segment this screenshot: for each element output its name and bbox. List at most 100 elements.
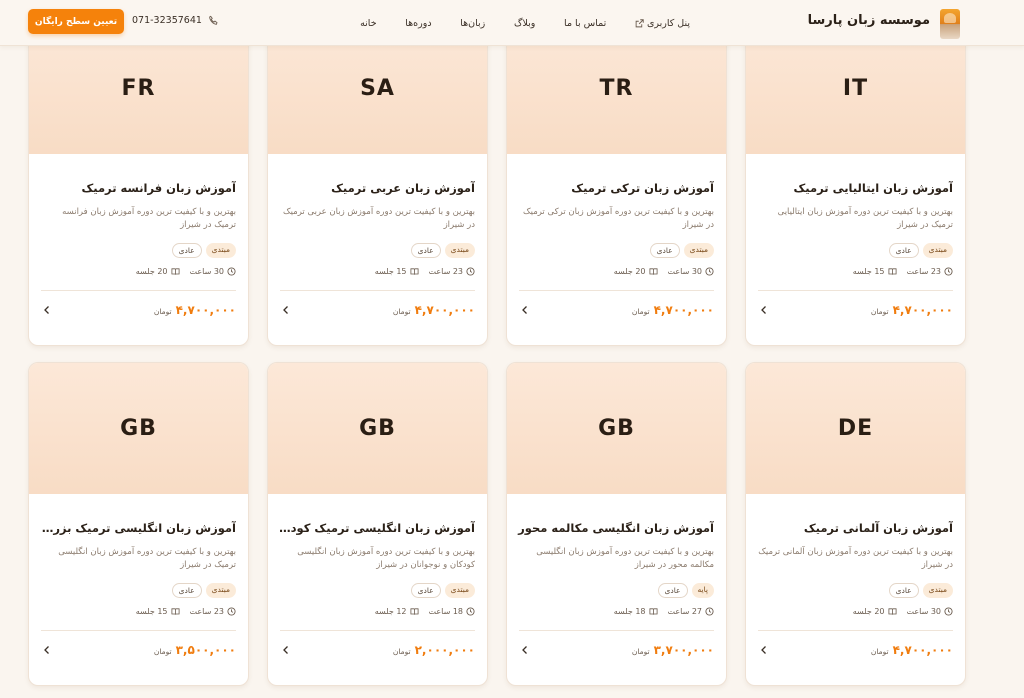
- site-header: موسسه زبان پارسا خانه دوره‌ها زبان‌ها وب…: [0, 0, 1024, 46]
- course-title[interactable]: آموزش زبان فرانسه ترمیک: [39, 181, 236, 195]
- course-details-link[interactable]: [756, 302, 772, 318]
- course-details-link[interactable]: [39, 642, 55, 658]
- course-title[interactable]: آموزش زبان ایتالیایی ترمیک: [756, 181, 953, 195]
- clock-icon: [944, 607, 953, 616]
- language-code: DE: [837, 416, 874, 441]
- chevron-left-icon: [522, 646, 527, 654]
- course-card[interactable]: GB آموزش زبان انگلیسی ترمیک کودکان ... ب…: [267, 362, 488, 686]
- nav-blog-label: وبلاگ: [513, 17, 536, 29]
- course-description: بهترین و با کیفیت ترین دوره آموزش زبان آ…: [758, 547, 953, 570]
- clock-icon: [466, 267, 475, 276]
- nav-contact-label: تماس با ما: [564, 17, 607, 29]
- logo-icon[interactable]: [940, 9, 960, 39]
- type-badge: عادی: [649, 243, 680, 258]
- language-code: FR: [121, 76, 156, 101]
- course-title[interactable]: آموزش زبان انگلیسی مکالمه محور: [517, 521, 714, 535]
- language-code: TR: [599, 76, 634, 101]
- nav-languages[interactable]: زبان‌ها: [460, 15, 485, 31]
- course-sessions: 18 جلسه: [613, 607, 646, 616]
- nav-home-label: خانه: [360, 17, 377, 29]
- course-description: بهترین و با کیفیت ترین دوره آموزش زبان ت…: [523, 207, 714, 230]
- course-card[interactable]: SA آموزش زبان عربی ترمیک بهترین و با کیف…: [267, 22, 488, 346]
- book-icon: [648, 608, 658, 615]
- card-divider: [519, 630, 714, 631]
- course-card[interactable]: FR آموزش زبان فرانسه ترمیک بهترین و با ک…: [28, 22, 249, 346]
- nav-user-panel-label: پنل کاربری: [646, 17, 690, 29]
- course-details-link[interactable]: [517, 302, 533, 318]
- course-hours: 27 ساعت: [667, 607, 703, 616]
- chevron-left-icon: [283, 306, 288, 314]
- nav-courses[interactable]: دوره‌ها: [405, 15, 431, 31]
- course-price: ۴,۷۰۰,۰۰۰: [892, 643, 953, 657]
- language-code: GB: [359, 416, 396, 441]
- course-hours: 30 ساعت: [667, 267, 703, 276]
- level-badge: مبتدی: [922, 243, 953, 258]
- book-icon: [648, 268, 658, 275]
- language-code: GB: [598, 416, 635, 441]
- chevron-left-icon: [44, 646, 49, 654]
- course-sessions: 15 جلسه: [135, 607, 168, 616]
- course-details-link[interactable]: [39, 302, 55, 318]
- main-nav: خانه دوره‌ها زبان‌ها وبلاگ تماس با ما پن…: [360, 15, 690, 31]
- course-title[interactable]: آموزش زبان عربی ترمیک: [278, 181, 475, 195]
- nav-user-panel[interactable]: پنل کاربری: [635, 15, 690, 31]
- chevron-left-icon: [522, 306, 527, 314]
- free-placement-test-button[interactable]: تعیین سطح رایگان: [28, 9, 124, 34]
- course-card[interactable]: GB آموزش زبان انگلیسی ترمیک بزرگسالان به…: [28, 362, 249, 686]
- nav-languages-label: زبان‌ها: [460, 17, 486, 29]
- level-badge: مبتدی: [205, 583, 236, 598]
- course-card[interactable]: TR آموزش زبان ترکی ترمیک بهترین و با کیف…: [506, 22, 727, 346]
- course-details-link[interactable]: [517, 642, 533, 658]
- card-divider: [280, 290, 475, 291]
- type-badge: عادی: [888, 243, 919, 258]
- course-hours: 23 ساعت: [906, 267, 942, 276]
- type-badge: عادی: [657, 583, 688, 598]
- level-badge: مبتدی: [683, 243, 714, 258]
- card-divider: [758, 290, 953, 291]
- course-title[interactable]: آموزش زبان انگلیسی ترمیک کودکان ...: [278, 521, 475, 535]
- book-icon: [409, 608, 419, 615]
- level-badge: مبتدی: [205, 243, 236, 258]
- course-banner: GB: [507, 363, 726, 494]
- price-unit: تومان: [631, 307, 650, 316]
- brand-name[interactable]: موسسه زبان پارسا: [808, 13, 930, 28]
- language-code: SA: [360, 76, 395, 101]
- course-price: ۲,۰۰۰,۰۰۰: [414, 643, 475, 657]
- nav-contact[interactable]: تماس با ما: [564, 15, 606, 31]
- course-title[interactable]: آموزش زبان ترکی ترمیک: [517, 181, 714, 195]
- level-badge: مبتدی: [444, 583, 475, 598]
- clock-icon: [705, 267, 714, 276]
- language-code: IT: [842, 76, 869, 101]
- course-details-link[interactable]: [278, 302, 294, 318]
- clock-icon: [227, 267, 236, 276]
- price-unit: تومان: [870, 647, 889, 656]
- course-card[interactable]: DE آموزش زبان آلمانی ترمیک بهترین و با ک…: [745, 362, 966, 686]
- book-icon: [887, 608, 897, 615]
- language-code: GB: [120, 416, 157, 441]
- course-card[interactable]: GB آموزش زبان انگلیسی مکالمه محور بهترین…: [506, 362, 727, 686]
- course-title[interactable]: آموزش زبان آلمانی ترمیک: [756, 521, 953, 535]
- course-description: بهترین و با کیفیت ترین دوره آموزش زبان ف…: [62, 207, 236, 230]
- phone-number: 071-32357641: [132, 15, 202, 26]
- course-details-link[interactable]: [756, 642, 772, 658]
- nav-home[interactable]: خانه: [360, 15, 377, 31]
- type-badge: عادی: [171, 243, 202, 258]
- price-unit: تومان: [392, 307, 411, 316]
- course-sessions: 15 جلسه: [374, 267, 407, 276]
- level-badge: مبتدی: [922, 583, 953, 598]
- chevron-left-icon: [44, 306, 49, 314]
- course-description: بهترین و با کیفیت ترین دوره آموزش زبان ا…: [58, 547, 236, 570]
- course-banner: GB: [268, 363, 487, 494]
- course-price: ۳,۷۰۰,۰۰۰: [653, 643, 714, 657]
- type-badge: عادی: [888, 583, 919, 598]
- course-card[interactable]: IT آموزش زبان ایتالیایی ترمیک بهترین و ب…: [745, 22, 966, 346]
- course-details-link[interactable]: [278, 642, 294, 658]
- phone-contact[interactable]: 071-32357641: [132, 15, 219, 26]
- course-title[interactable]: آموزش زبان انگلیسی ترمیک بزرگسالان: [39, 521, 236, 535]
- chevron-left-icon: [283, 646, 288, 654]
- nav-blog[interactable]: وبلاگ: [514, 15, 535, 31]
- book-icon: [887, 268, 897, 275]
- course-price: ۴,۷۰۰,۰۰۰: [653, 303, 714, 317]
- type-badge: عادی: [410, 243, 441, 258]
- external-link-icon: [635, 18, 644, 27]
